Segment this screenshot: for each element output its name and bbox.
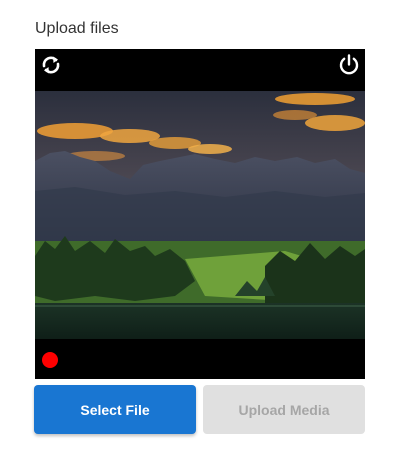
- camera-preview-frame: [35, 49, 365, 379]
- select-file-button[interactable]: Select File: [34, 385, 196, 434]
- power-button[interactable]: [337, 53, 361, 77]
- camera-preview-image: [35, 91, 365, 339]
- switch-camera-button[interactable]: [39, 53, 63, 77]
- record-indicator[interactable]: [42, 352, 58, 368]
- upload-media-button[interactable]: Upload Media: [203, 385, 365, 434]
- upload-page: Upload files Select File Upload Media: [0, 0, 404, 465]
- power-icon: [339, 54, 359, 75]
- section-title: Upload files: [35, 20, 119, 37]
- switch-camera-icon: [42, 56, 60, 74]
